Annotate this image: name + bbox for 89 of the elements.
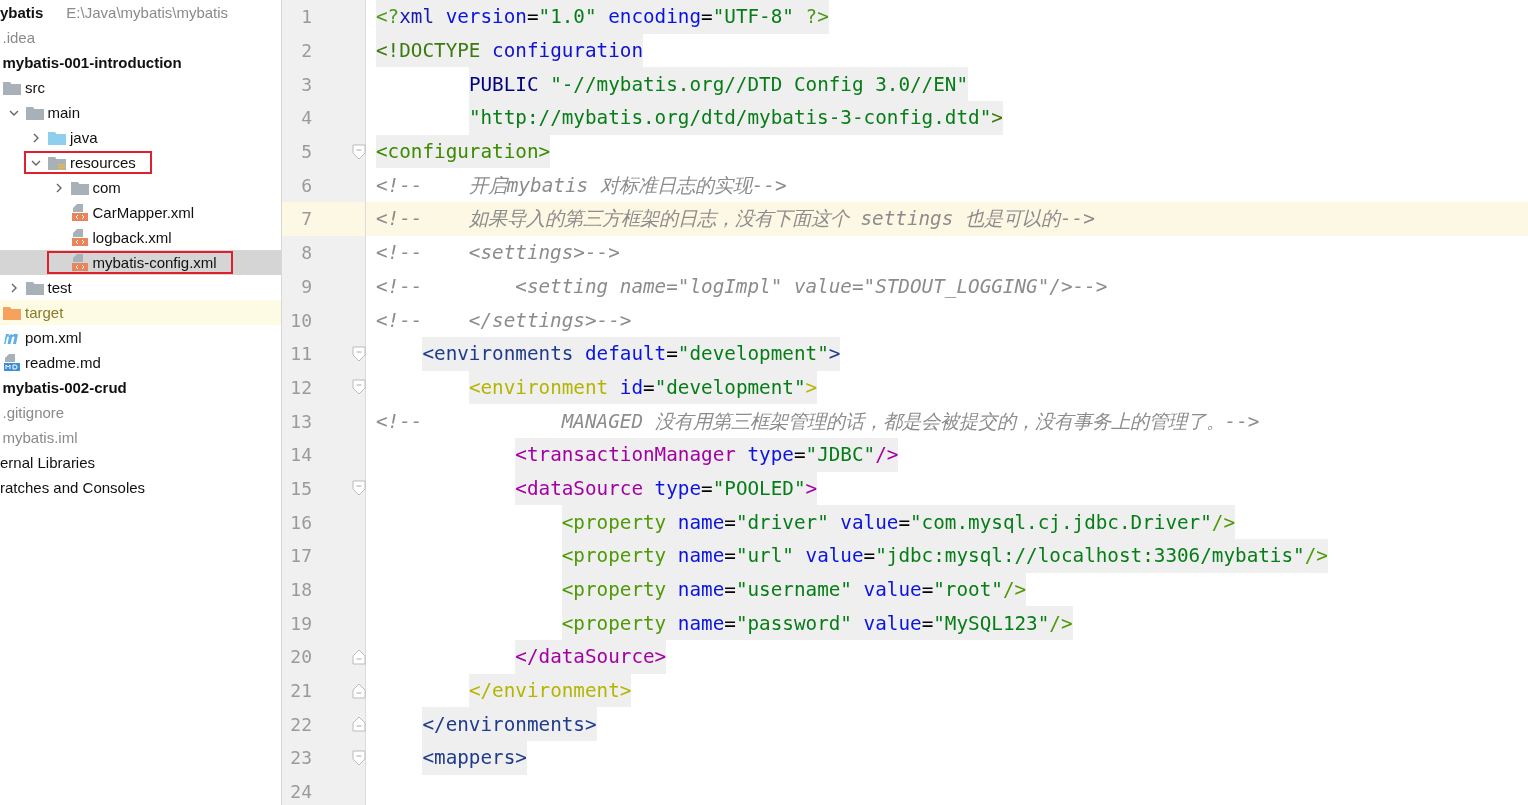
folder-icon xyxy=(48,130,66,145)
xml-file-icon xyxy=(70,203,89,222)
tree-row[interactable]: readme.md xyxy=(0,350,281,375)
xml-file-icon xyxy=(70,228,89,247)
tree-item-label: java xyxy=(70,128,98,147)
markdown-file-icon xyxy=(3,353,21,372)
tree-item-label: test xyxy=(47,278,72,297)
tree-row[interactable]: pom.xml xyxy=(0,325,281,350)
tree-row[interactable]: ernal Libraries xyxy=(0,450,281,475)
folder-icon xyxy=(25,280,44,295)
tree-row[interactable]: main xyxy=(0,100,281,125)
tree-item-label: .idea xyxy=(2,28,36,47)
line-number: 20 xyxy=(289,646,312,668)
line-number: 13 xyxy=(289,410,312,432)
tree-row[interactable]: com xyxy=(0,175,281,200)
code-line: <!-- 开启mybatis 对标准日志的实现--> xyxy=(375,172,787,199)
line-number: 23 xyxy=(289,747,312,769)
line-number: 24 xyxy=(289,781,312,803)
line-number: 6 xyxy=(300,174,312,196)
fold-marker-icon[interactable] xyxy=(352,749,366,766)
line-number: 15 xyxy=(289,477,312,499)
line-number: 1 xyxy=(300,6,312,28)
folder-icon xyxy=(3,305,21,320)
tree-item-label: mybatis.iml xyxy=(2,428,78,447)
tree-row[interactable]: ybatis E:\Java\mybatis\mybatis xyxy=(0,0,281,25)
tree-row[interactable]: test xyxy=(0,275,281,300)
line-number: 5 xyxy=(300,141,312,163)
tree-row[interactable]: java xyxy=(0,125,281,150)
tree-row[interactable]: .idea xyxy=(0,25,281,50)
project-path: E:\Java\mybatis\mybatis xyxy=(66,4,229,21)
tree-row[interactable]: src xyxy=(0,75,281,100)
folder-icon xyxy=(48,155,66,170)
folder-icon xyxy=(3,80,21,95)
line-number: 18 xyxy=(289,579,312,601)
line-number: 3 xyxy=(300,73,312,95)
tree-item-label: ratches and Consoles xyxy=(0,478,146,497)
line-number: 7 xyxy=(300,208,312,230)
tree-item-label: CarMapper.xml xyxy=(92,203,195,222)
line-number: 8 xyxy=(300,242,312,264)
xml-file-icon xyxy=(70,253,89,272)
tree-item-label: target xyxy=(25,303,64,322)
tree-item-label: pom.xml xyxy=(25,328,82,347)
tree-item-label: com xyxy=(92,178,121,197)
code-line: <!-- 如果导入的第三方框架的日志，没有下面这个 settings 也是可以的--> xyxy=(375,206,1095,233)
tree-item-label: main xyxy=(47,103,80,122)
folder-icon xyxy=(70,180,89,195)
line-number: 21 xyxy=(289,680,312,702)
fold-marker-icon[interactable] xyxy=(352,143,366,160)
tree-row[interactable]: mybatis-002-crud xyxy=(0,375,281,400)
line-number: 4 xyxy=(300,107,312,129)
line-number: 17 xyxy=(289,545,312,567)
line-number: 11 xyxy=(289,343,312,365)
tree-row[interactable]: CarMapper.xml xyxy=(0,200,281,225)
tree-item-label: mybatis-002-crud xyxy=(2,378,127,397)
line-number: 2 xyxy=(300,40,312,62)
code-line: <!-- MANAGED 没有用第三框架管理的话，都是会被提交的，没有事务上的管理了。--> xyxy=(375,408,1260,435)
tree-item-label: logback.xml xyxy=(92,228,172,247)
fold-marker-icon[interactable] xyxy=(352,480,366,497)
fold-marker-icon[interactable] xyxy=(352,379,366,396)
fold-marker-icon[interactable] xyxy=(352,716,366,733)
fold-marker-icon[interactable] xyxy=(352,345,366,362)
line-number: 12 xyxy=(289,376,312,398)
line-number: 16 xyxy=(289,511,312,533)
tree-row[interactable]: mybatis.iml xyxy=(0,425,281,450)
tree-row[interactable]: logback.xml xyxy=(0,225,281,250)
code-line: <!-- <setting name="logImpl" value="STDOUT_LOGGING"/>--> xyxy=(375,273,1108,300)
tree-item-label: src xyxy=(25,78,45,97)
tree-row[interactable]: target xyxy=(0,300,281,325)
folder-icon xyxy=(25,105,44,120)
fold-marker-icon[interactable] xyxy=(352,648,366,665)
line-number: 19 xyxy=(289,612,312,634)
tree-item-label: .gitignore xyxy=(2,403,65,422)
tree-row[interactable]: ratches and Consoles xyxy=(0,475,281,500)
tree-item-label: ybatis xyxy=(0,3,44,22)
tree-item-label: resources xyxy=(70,153,136,172)
tree-row[interactable]: mybatis-config.xml xyxy=(0,250,281,275)
tree-row[interactable]: resources xyxy=(0,150,281,175)
tree-item-label: readme.md xyxy=(25,353,101,372)
line-number: 9 xyxy=(300,275,312,297)
code-line: <!-- <settings>--> xyxy=(375,240,620,267)
tree-item-label: mybatis-001-introduction xyxy=(2,53,182,72)
line-number: 14 xyxy=(289,444,312,466)
line-number: 10 xyxy=(289,309,312,331)
tree-item-label: ernal Libraries xyxy=(0,453,96,472)
fold-marker-icon[interactable] xyxy=(352,682,366,699)
line-number: 22 xyxy=(289,713,312,735)
code-line: <!-- </settings>--> xyxy=(375,307,632,334)
tree-row[interactable]: mybatis-001-introduction xyxy=(0,50,281,75)
tree-item-label: mybatis-config.xml xyxy=(92,253,217,272)
